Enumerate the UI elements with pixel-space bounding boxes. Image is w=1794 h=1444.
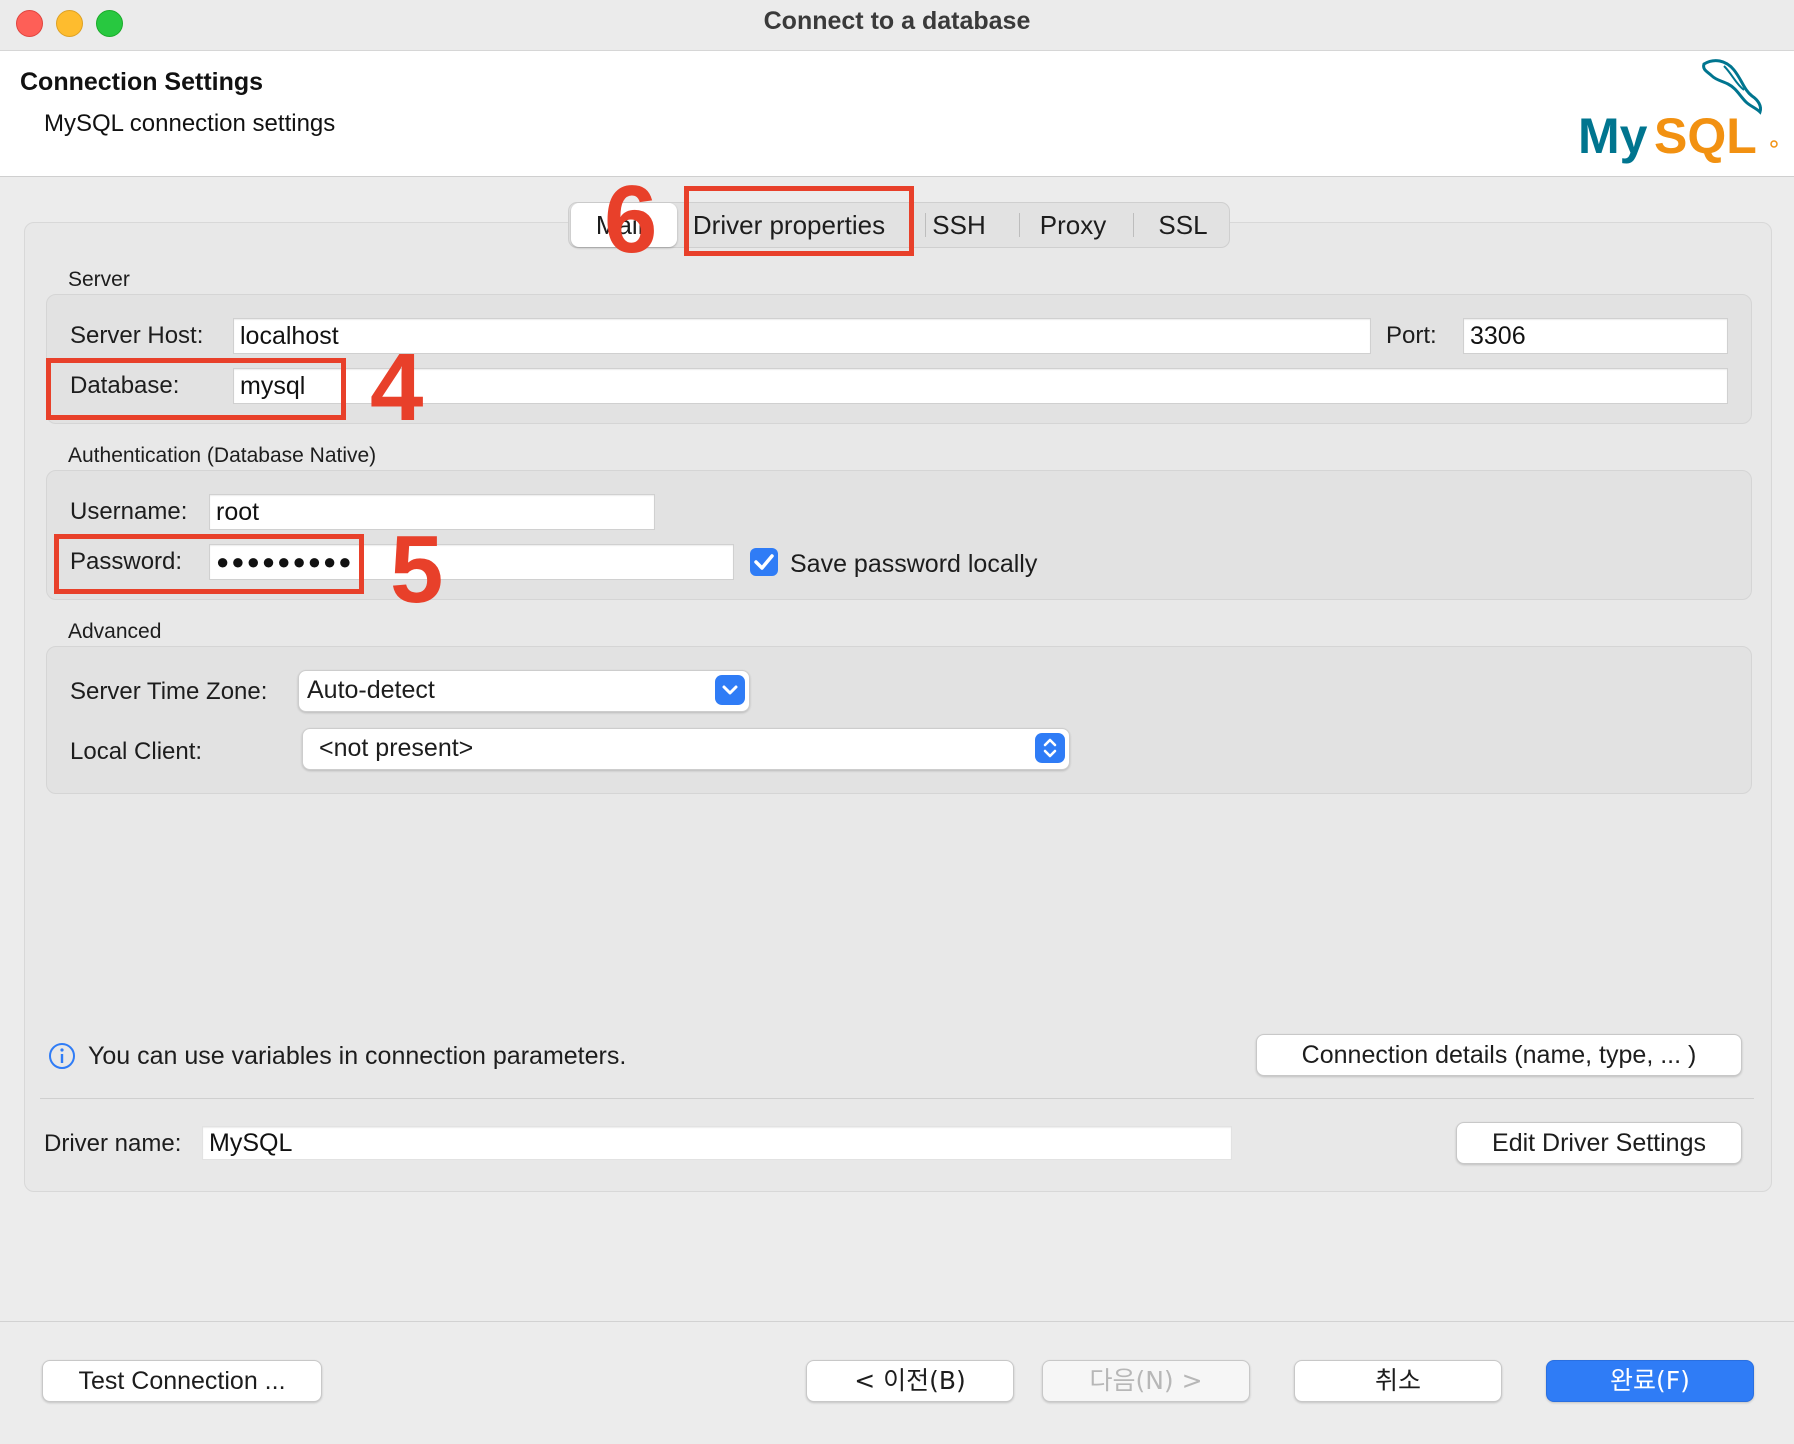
- server-timezone-value: Auto-detect: [307, 676, 435, 704]
- server-timezone-label: Server Time Zone:: [70, 678, 268, 705]
- advanced-group: [46, 646, 1752, 794]
- page-title: Connection Settings: [20, 68, 264, 96]
- username-label: Username:: [70, 498, 188, 525]
- tab-proxy[interactable]: Proxy: [1025, 203, 1121, 247]
- tab-ssl[interactable]: SSL: [1145, 203, 1221, 247]
- local-client-label: Local Client:: [70, 738, 203, 765]
- divider: [0, 1321, 1794, 1322]
- page-subtitle: MySQL connection settings: [44, 110, 336, 137]
- save-password-label[interactable]: Save password locally: [790, 550, 1037, 579]
- mysql-logo: My SQL: [1574, 56, 1784, 166]
- title-bar: Connect to a database: [0, 0, 1794, 51]
- checkmark-icon: [754, 554, 774, 570]
- finish-button[interactable]: 완료(F): [1546, 1360, 1754, 1402]
- port-label: Port:: [1386, 322, 1437, 349]
- annotation-number-6: 6: [604, 166, 658, 273]
- test-connection-button[interactable]: Test Connection ...: [42, 1360, 322, 1402]
- server-group-label: Server: [68, 268, 130, 291]
- auth-group-label: Authentication (Database Native): [68, 444, 377, 467]
- tab-separator: [1133, 213, 1134, 237]
- annotation-box-database: [46, 358, 346, 420]
- next-button[interactable]: 다음(N) >: [1042, 1360, 1250, 1402]
- back-button[interactable]: < 이전(B): [806, 1360, 1014, 1402]
- advanced-group-label: Advanced: [68, 620, 162, 643]
- window-title: Connect to a database: [763, 7, 1031, 35]
- annotation-number-4: 4: [370, 334, 424, 441]
- server-timezone-dropdown[interactable]: Auto-detect: [298, 670, 750, 712]
- divider: [40, 1098, 1754, 1099]
- cancel-button[interactable]: 취소: [1294, 1360, 1502, 1402]
- driver-name-field: MySQL: [202, 1126, 1232, 1160]
- local-client-value: <not present>: [319, 734, 474, 762]
- server-host-label: Server Host:: [70, 322, 204, 349]
- tab-separator: [1019, 213, 1020, 237]
- up-down-chevron-icon: [1035, 733, 1065, 763]
- svg-text:My: My: [1578, 108, 1648, 164]
- annotation-number-5: 5: [390, 516, 444, 623]
- local-client-select[interactable]: <not present>: [302, 728, 1070, 770]
- database-input[interactable]: mysql: [233, 368, 1728, 404]
- chevron-down-icon: [715, 675, 745, 705]
- tab-ssh[interactable]: SSH: [923, 203, 995, 247]
- svg-text:SQL: SQL: [1654, 108, 1757, 164]
- variables-info-text: You can use variables in connection para…: [88, 1042, 627, 1070]
- info-icon: [48, 1042, 76, 1070]
- port-input[interactable]: 3306: [1463, 318, 1728, 354]
- annotation-box-driver-properties: [684, 186, 914, 256]
- edit-driver-settings-button[interactable]: Edit Driver Settings: [1456, 1122, 1742, 1164]
- annotation-box-password: [54, 534, 364, 594]
- connection-details-button[interactable]: Connection details (name, type, ... ): [1256, 1034, 1742, 1076]
- driver-name-label: Driver name:: [44, 1130, 182, 1157]
- save-password-checkbox[interactable]: [750, 548, 778, 576]
